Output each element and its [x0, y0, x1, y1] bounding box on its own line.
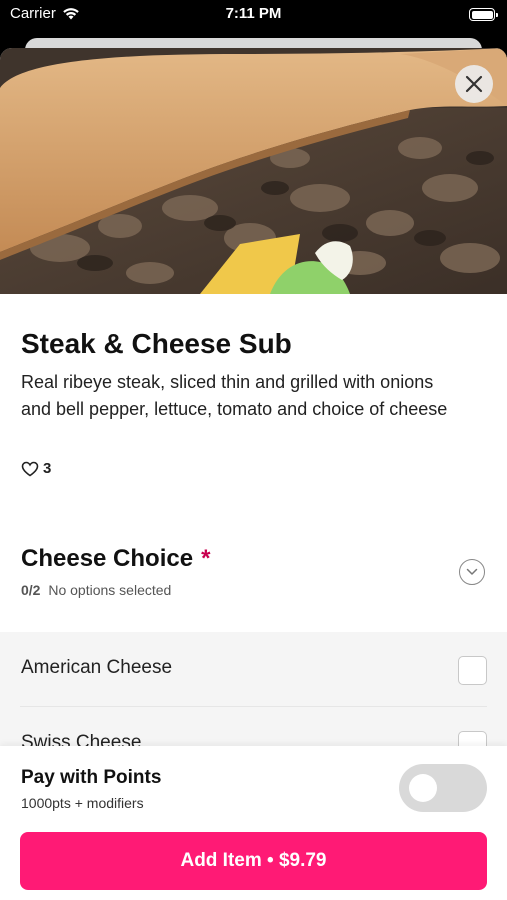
close-button[interactable] — [455, 65, 493, 103]
item-detail-sheet: Steak & Cheese Sub Real ribeye steak, sl… — [0, 48, 507, 900]
required-indicator: * — [201, 545, 211, 572]
like-count: 3 — [43, 460, 52, 477]
item-photo — [0, 48, 507, 294]
status-bar: Carrier 7:11 PM — [0, 0, 507, 30]
modifier-group-title: Cheese Choice * — [21, 545, 210, 573]
add-item-button[interactable]: Add Item • $9.79 — [20, 832, 487, 890]
chevron-down-icon — [466, 568, 478, 575]
option-label: American Cheese — [21, 657, 173, 678]
pay-with-points-subtitle: 1000pts + modifiers — [21, 795, 144, 811]
heart-icon — [21, 461, 39, 476]
selection-status: No options selected — [48, 582, 172, 598]
item-hero-image — [0, 48, 507, 294]
item-description: Real ribeye steak, sliced thin and grill… — [21, 372, 448, 419]
modifier-group-header[interactable]: Cheese Choice * 0/2 No options selected — [0, 532, 507, 632]
selection-count: 0/2 — [21, 582, 41, 598]
pay-with-points-title: Pay with Points — [21, 767, 162, 788]
modifier-group-name: Cheese Choice — [21, 545, 194, 572]
status-time: 7:11 PM — [225, 5, 282, 22]
order-footer: Pay with Points 1000pts + modifiers Add … — [0, 746, 507, 900]
modifier-group-status: 0/2 No options selected — [21, 582, 171, 598]
battery-icon — [469, 8, 498, 21]
toggle-knob — [409, 774, 437, 802]
item-title: Steak & Cheese Sub — [21, 328, 292, 359]
pay-with-points-toggle[interactable] — [399, 764, 487, 812]
option-checkbox[interactable] — [458, 656, 487, 685]
option-american-cheese[interactable]: American Cheese — [20, 632, 487, 707]
collapse-toggle[interactable] — [459, 559, 485, 585]
close-icon — [465, 75, 483, 93]
like-button[interactable]: 3 — [21, 460, 51, 477]
